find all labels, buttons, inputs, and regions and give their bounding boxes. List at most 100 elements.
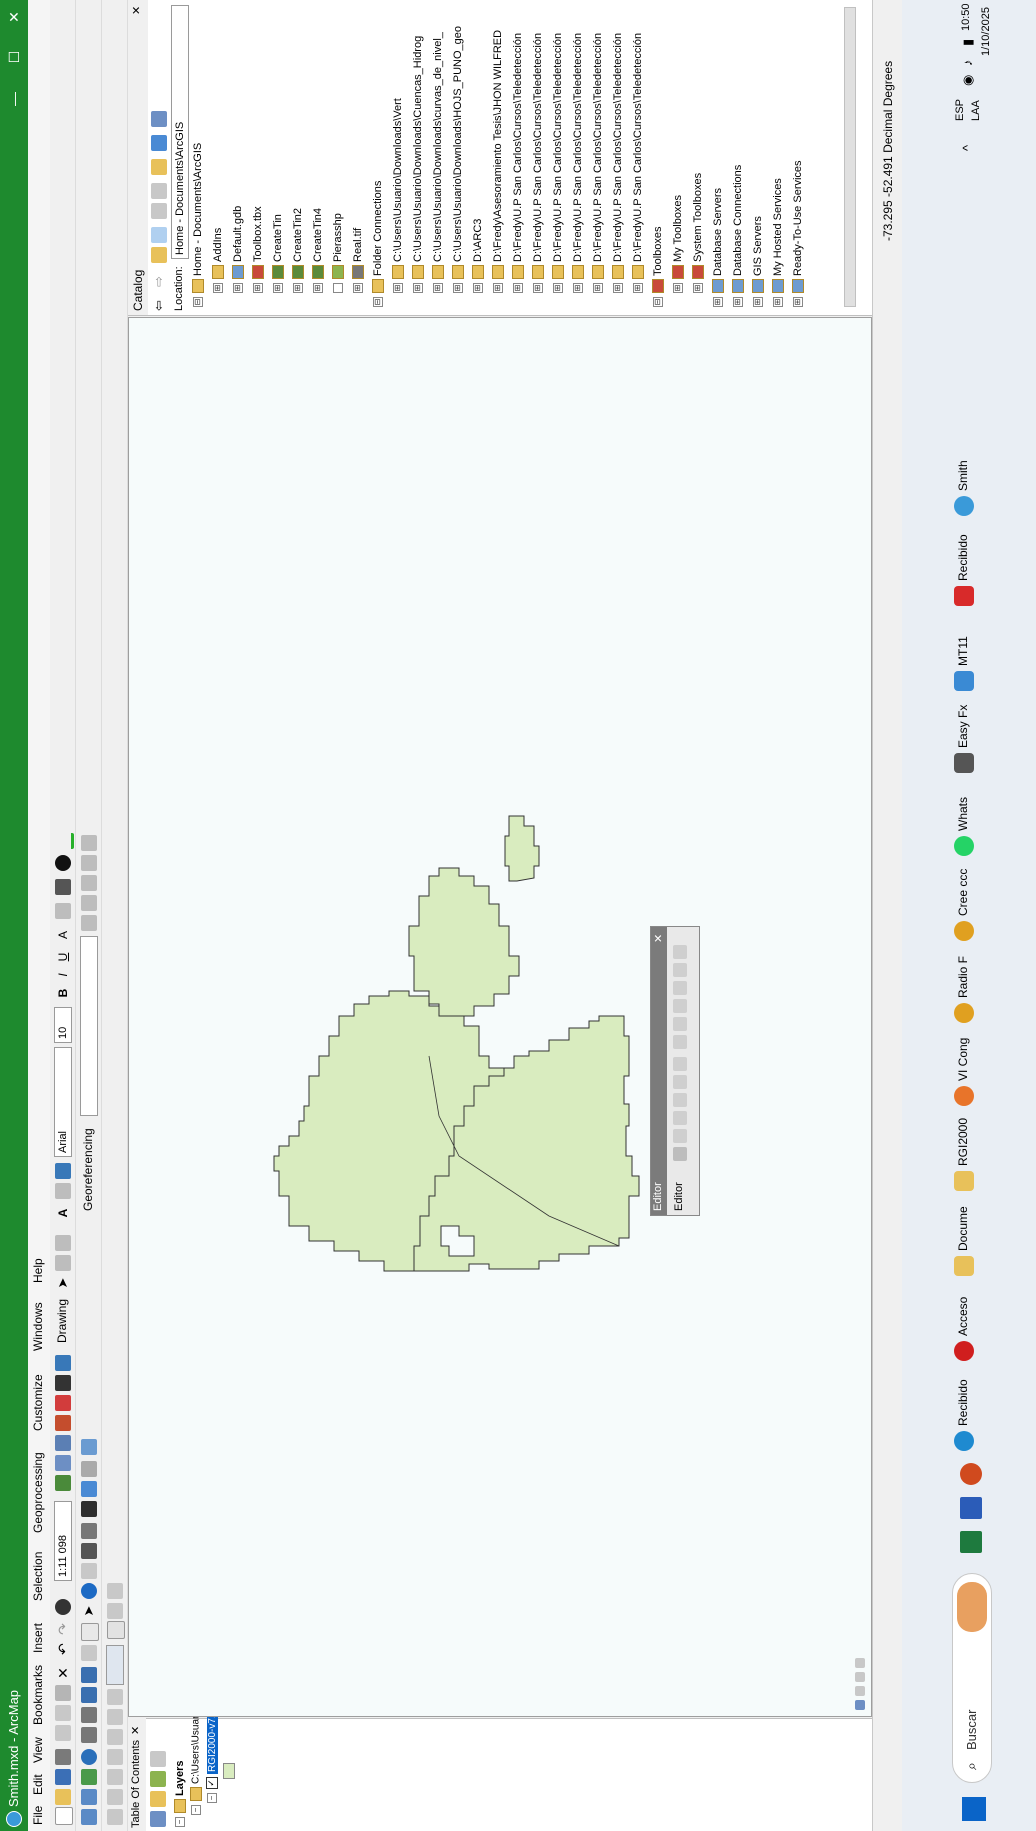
- catalog-item[interactable]: ⊞ D:\Fredy\U.P San Carlos\Cursos\Teledete…: [592, 33, 607, 293]
- catalog-item[interactable]: ⊞ GIS Servers: [752, 216, 767, 307]
- rotate-icon[interactable]: [55, 1255, 71, 1271]
- expand-icon[interactable]: ⊞: [593, 283, 604, 293]
- catalog-item[interactable]: ⊞ Toolbox.tbx: [252, 206, 267, 293]
- measure-icon[interactable]: [81, 1523, 97, 1539]
- word-icon[interactable]: [960, 1497, 982, 1519]
- edit-vertices-icon[interactable]: [673, 1035, 687, 1049]
- expand-icon[interactable]: ⊞: [453, 283, 464, 293]
- expand-icon[interactable]: ⊞: [533, 283, 544, 293]
- select-pointer-icon[interactable]: ➤: [81, 1603, 97, 1619]
- reshape-icon[interactable]: [673, 1017, 687, 1031]
- list-by-selection-icon[interactable]: [150, 1751, 166, 1767]
- layout-view-icon[interactable]: [855, 1686, 865, 1696]
- taskbar-mt11[interactable]: MT11: [954, 636, 982, 691]
- pan-icon[interactable]: [81, 1769, 97, 1785]
- font-name-field[interactable]: Arial: [54, 1047, 72, 1157]
- expand-icon[interactable]: ⊞: [633, 283, 644, 293]
- edit-annotation-icon[interactable]: [673, 1129, 687, 1143]
- point-icon[interactable]: [673, 1057, 687, 1071]
- layout-pan-icon[interactable]: [107, 1769, 123, 1785]
- georeferencing-menu[interactable]: Georeferencing: [81, 1128, 95, 1211]
- delete-icon[interactable]: ✕: [55, 1665, 71, 1681]
- expand-icon[interactable]: ⊞: [773, 297, 784, 307]
- line-color-icon[interactable]: [55, 879, 71, 895]
- layout-zoom-field[interactable]: [106, 1645, 124, 1685]
- go-forward-icon[interactable]: [81, 1667, 97, 1683]
- identify-icon[interactable]: [81, 1583, 97, 1599]
- taskbar-easyfx[interactable]: Easy Fx: [954, 705, 982, 773]
- html-popup-icon[interactable]: [81, 1563, 97, 1579]
- catalog-item[interactable]: ⊞ D:\Fredy\U.P San Carlos\Cursos\Teledete…: [512, 33, 527, 293]
- connect-folder-icon[interactable]: [151, 203, 167, 219]
- find-icon[interactable]: [81, 1543, 97, 1559]
- catalog-window-icon[interactable]: [55, 1435, 71, 1451]
- layout-zoom-in-icon[interactable]: [107, 1809, 123, 1825]
- catalog-item[interactable]: ⊞ My Toolboxes: [672, 195, 687, 293]
- map-view[interactable]: [128, 317, 872, 1717]
- expand-icon[interactable]: ⊞: [553, 283, 564, 293]
- collapse-icon[interactable]: −: [175, 1817, 186, 1827]
- catalog-item[interactable]: ⊞ Real.tif: [352, 228, 367, 293]
- catalog-close-icon[interactable]: ✕: [130, 6, 143, 15]
- time-slider-icon[interactable]: [81, 1461, 97, 1477]
- expand-icon[interactable]: ⊞: [673, 283, 684, 293]
- list-by-drawing-order-icon[interactable]: [150, 1811, 166, 1827]
- catalog-item[interactable]: ⊟ Home - Documents\ArcGIS: [192, 143, 207, 307]
- menu-selection[interactable]: Selection: [31, 1552, 45, 1601]
- drawing-menu[interactable]: Drawing: [55, 1299, 69, 1343]
- expand-icon[interactable]: ⊞: [493, 283, 504, 293]
- maximize-button[interactable]: ☐: [4, 47, 24, 67]
- taskbar-folder-rgi2000[interactable]: RGI2000: [954, 1118, 982, 1191]
- end-point-arc-icon[interactable]: [673, 1093, 687, 1107]
- create-viewer-icon[interactable]: [81, 1439, 97, 1455]
- refresh-icon[interactable]: [855, 1672, 865, 1682]
- toggle-draft-mode-icon[interactable]: [107, 1621, 125, 1639]
- catalog-item[interactable]: ⊞ D:\Fredy\U.P San Carlos\Cursos\Teledete…: [612, 33, 627, 293]
- pause-drawing-icon[interactable]: [855, 1658, 865, 1668]
- new-text-icon[interactable]: A: [55, 1205, 71, 1221]
- georef-shift-icon[interactable]: [81, 875, 97, 891]
- expand-icon[interactable]: ⊞: [233, 283, 244, 293]
- catalog-item[interactable]: ⊞ D:\Fredy\U.P San Carlos\Cursos\Teledete…: [532, 33, 547, 293]
- catalog-item[interactable]: ⊞ C:\Users\Usuario\Downloads\curvas_de_ni…: [432, 32, 447, 293]
- catalog-item[interactable]: ⊟ Folder Connections: [372, 181, 387, 307]
- font-color-icon[interactable]: A: [55, 927, 71, 943]
- menu-edit[interactable]: Edit: [31, 1774, 45, 1795]
- clock-date[interactable]: 1/10/2025: [980, 7, 992, 56]
- python-window-icon[interactable]: [55, 1375, 71, 1391]
- arctoolbox-icon[interactable]: [55, 1395, 71, 1411]
- taskbar-chrome-radio[interactable]: Radio F: [954, 956, 982, 1023]
- volume-icon[interactable]: ♪: [960, 60, 975, 67]
- expand-icon[interactable]: ⊞: [713, 297, 724, 307]
- font-size-field[interactable]: 10: [54, 1007, 72, 1043]
- expand-icon[interactable]: ⊞: [613, 283, 624, 293]
- battery-icon[interactable]: ▮: [960, 39, 976, 46]
- catalog-item[interactable]: ⊞ D:\Fredy\U.P San Carlos\Cursos\Teledete…: [572, 33, 587, 293]
- expand-icon[interactable]: ⊟: [653, 297, 664, 307]
- catalog-item[interactable]: ⊞ D:\Fredy\Asesoramiento Tesis\JHON WILFR…: [492, 30, 507, 293]
- catalog-item[interactable]: ⊞ Default.gdb: [232, 206, 247, 293]
- collapse-icon[interactable]: −: [207, 1793, 217, 1803]
- taskbar-opera-acceso[interactable]: Acceso: [954, 1297, 982, 1361]
- location-field[interactable]: Home - Documents\ArcGIS: [171, 5, 189, 259]
- expand-icon[interactable]: ⊞: [353, 283, 364, 293]
- select-elements-icon[interactable]: ➤: [55, 1275, 71, 1291]
- add-control-points-icon[interactable]: [81, 855, 97, 871]
- menu-geoprocessing[interactable]: Geoprocessing: [31, 1452, 45, 1533]
- layout-fixed-zoom-icon[interactable]: [107, 1729, 123, 1745]
- expand-icon[interactable]: ⊞: [213, 283, 224, 293]
- find-route-icon[interactable]: [81, 1501, 97, 1517]
- expand-icon[interactable]: ⊞: [393, 283, 404, 293]
- powerpoint-icon[interactable]: [960, 1463, 982, 1485]
- rectangle-icon[interactable]: [55, 1183, 71, 1199]
- toggle-contents-icon[interactable]: [151, 183, 167, 199]
- expand-icon[interactable]: ⊞: [693, 283, 704, 293]
- layout-zoom-out-icon[interactable]: [107, 1789, 123, 1805]
- underline-icon[interactable]: U: [55, 949, 71, 965]
- expand-icon[interactable]: [333, 283, 344, 293]
- georef-rotate-icon[interactable]: [81, 895, 97, 911]
- expand-icon[interactable]: ⊞: [513, 283, 524, 293]
- italic-icon[interactable]: I: [55, 967, 71, 983]
- expand-icon[interactable]: ⊞: [273, 283, 284, 293]
- catalog-item[interactable]: ⊞ My Hosted Services: [772, 178, 787, 307]
